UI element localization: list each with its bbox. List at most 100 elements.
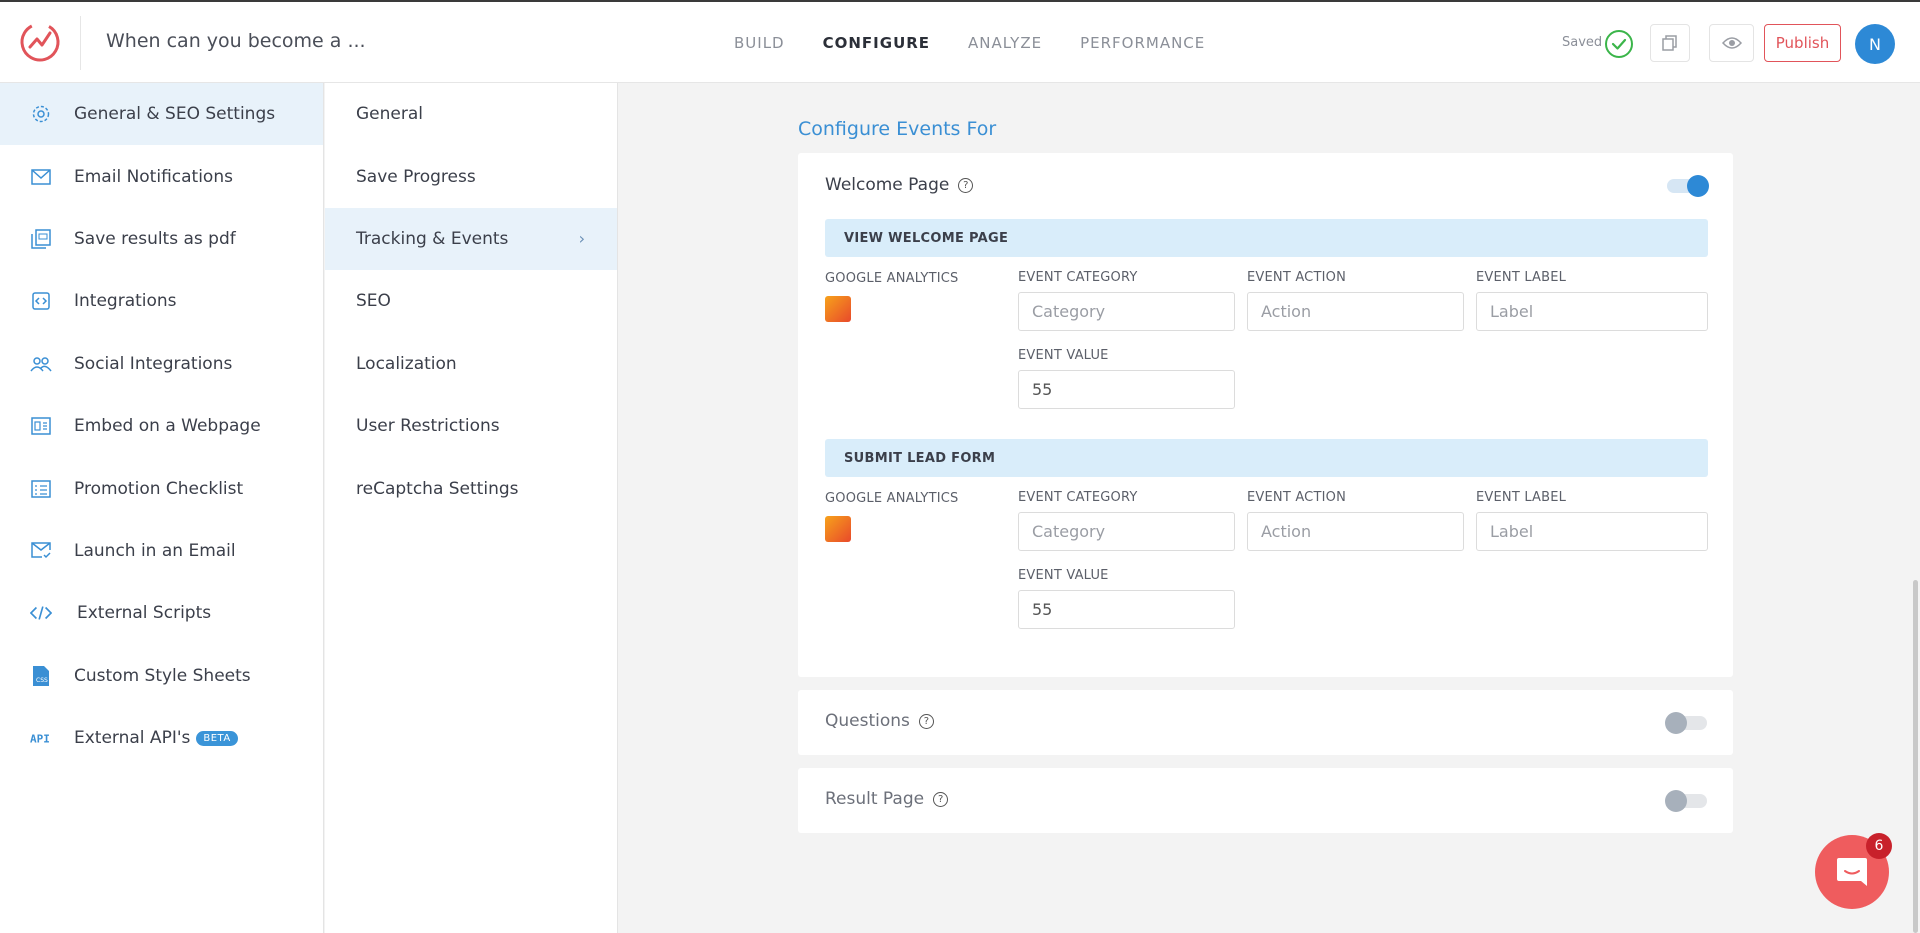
copy-icon (1662, 35, 1677, 51)
event-label-input[interactable]: Label (1476, 512, 1708, 551)
google-analytics-icon (825, 296, 851, 322)
event-value-label: EVENT VALUE (1018, 348, 1109, 363)
submenu-item-seo[interactable]: SEO (325, 270, 617, 332)
svg-text:API: API (30, 733, 50, 745)
settings-sidebar: General & SEO Settings Email Notificatio… (0, 83, 324, 933)
event-action-input[interactable]: Action (1247, 292, 1464, 331)
sidebar-item-general-seo[interactable]: General & SEO Settings (0, 83, 323, 146)
sidebar-item-label: External Scripts (77, 603, 212, 624)
sidebar-item-save-pdf[interactable]: Save results as pdf (0, 208, 323, 270)
event-action-label: EVENT ACTION (1247, 270, 1346, 285)
scrollbar[interactable] (1913, 580, 1918, 933)
pdf-icon (30, 228, 52, 250)
settings-submenu: General Save Progress Tracking & Events … (325, 83, 618, 933)
welcome-page-card: Welcome Page ? VIEW WELCOME PAGE GOOGLE … (798, 153, 1733, 677)
mail-send-icon (30, 540, 52, 562)
submenu-item-label: reCaptcha Settings (356, 478, 519, 499)
document-title[interactable]: When can you become a ... (106, 30, 366, 52)
toggle-knob (1687, 175, 1709, 197)
google-analytics-icon (825, 516, 851, 542)
sidebar-item-label: Custom Style Sheets (74, 665, 251, 686)
publish-button[interactable]: Publish (1764, 24, 1841, 62)
tab-configure[interactable]: CONFIGURE (823, 34, 930, 52)
submenu-item-label: Localization (356, 353, 457, 374)
result-page-card: Result Page ? (798, 768, 1733, 833)
sidebar-item-label: Email Notifications (74, 166, 233, 187)
tab-build[interactable]: BUILD (734, 34, 785, 52)
event-label-label: EVENT LABEL (1476, 270, 1567, 285)
event-action-input[interactable]: Action (1247, 512, 1464, 551)
sidebar-item-external-scripts[interactable]: External Scripts (0, 582, 323, 644)
result-page-heading: Result Page ? (825, 789, 949, 809)
questions-card: Questions ? (798, 690, 1733, 755)
questions-heading: Questions ? (825, 711, 934, 731)
event-category-input[interactable]: Category (1018, 292, 1235, 331)
sidebar-item-email-notifications[interactable]: Email Notifications (0, 145, 323, 207)
result-page-toggle[interactable] (1665, 790, 1707, 812)
submenu-item-recaptcha[interactable]: reCaptcha Settings (325, 457, 617, 519)
sidebar-item-launch-email[interactable]: Launch in an Email (0, 520, 323, 582)
help-icon[interactable]: ? (933, 791, 949, 807)
submenu-item-localization[interactable]: Localization (325, 333, 617, 395)
gear-icon (30, 103, 52, 125)
event-action-label: EVENT ACTION (1247, 490, 1346, 505)
preview-button[interactable] (1709, 24, 1754, 62)
api-icon: API (30, 727, 52, 749)
provider-label: GOOGLE ANALYTICS (825, 491, 959, 506)
questions-toggle[interactable] (1665, 712, 1707, 734)
submenu-item-label: User Restrictions (356, 416, 500, 437)
tab-performance[interactable]: PERFORMANCE (1080, 34, 1205, 52)
main-content: Configure Events For Welcome Page ? VIEW… (619, 83, 1920, 933)
event-bar-view-welcome: VIEW WELCOME PAGE (825, 219, 1708, 257)
checklist-icon (30, 478, 52, 500)
submenu-item-save-progress[interactable]: Save Progress (325, 145, 617, 207)
event-value-input[interactable]: 55 (1018, 370, 1235, 409)
sidebar-item-embed[interactable]: Embed on a Webpage (0, 395, 323, 457)
sidebar-item-social-integrations[interactable]: Social Integrations (0, 333, 323, 395)
sidebar-item-promotion-checklist[interactable]: Promotion Checklist (0, 457, 323, 519)
sidebar-item-label: Save results as pdf (74, 228, 236, 249)
submenu-item-user-restrictions[interactable]: User Restrictions (325, 395, 617, 457)
eye-icon (1721, 37, 1742, 49)
event-category-input[interactable]: Category (1018, 512, 1235, 551)
card-title: Questions (825, 711, 910, 731)
welcome-page-toggle[interactable] (1667, 175, 1709, 197)
chevron-right-icon: › (578, 229, 585, 249)
chat-icon (1837, 858, 1867, 886)
sidebar-item-label: Launch in an Email (74, 540, 236, 561)
submenu-item-label: Save Progress (356, 166, 476, 187)
card-title: Welcome Page (825, 175, 950, 195)
submenu-item-general[interactable]: General (325, 83, 617, 145)
tab-analyze[interactable]: ANALYZE (968, 34, 1042, 52)
sidebar-item-label: External API's (74, 728, 191, 749)
sidebar-item-integrations[interactable]: Integrations (0, 270, 323, 332)
provider-label: GOOGLE ANALYTICS (825, 271, 959, 286)
event-category-label: EVENT CATEGORY (1018, 490, 1138, 505)
top-header: When can you become a ... BUILD CONFIGUR… (0, 0, 1920, 83)
submenu-item-label: General (356, 104, 423, 125)
event-value-input[interactable]: 55 (1018, 590, 1235, 629)
sidebar-item-label: Integrations (74, 291, 177, 312)
notification-count-badge: 6 (1866, 833, 1892, 859)
event-bar-submit-lead: SUBMIT LEAD FORM (825, 439, 1708, 477)
svg-text:CSS: CSS (36, 677, 48, 684)
event-label-label: EVENT LABEL (1476, 490, 1567, 505)
sidebar-item-label: Promotion Checklist (74, 478, 244, 499)
sidebar-item-custom-style-sheets[interactable]: CSS Custom Style Sheets (0, 645, 323, 707)
integration-icon (30, 290, 52, 312)
users-icon (30, 353, 52, 375)
help-icon[interactable]: ? (958, 177, 974, 193)
header-divider (80, 16, 81, 70)
saved-status-label: Saved (1562, 35, 1603, 50)
duplicate-button[interactable] (1650, 24, 1690, 62)
submenu-item-label: SEO (356, 291, 391, 312)
user-avatar[interactable]: N (1855, 24, 1895, 64)
help-icon[interactable]: ? (918, 713, 934, 729)
submenu-item-tracking-events[interactable]: Tracking & Events › (325, 207, 617, 271)
event-label-input[interactable]: Label (1476, 292, 1708, 331)
sidebar-item-label: General & SEO Settings (74, 104, 276, 125)
app-logo-icon[interactable] (18, 20, 62, 64)
beta-badge: BETA (196, 730, 238, 746)
sidebar-item-label: Social Integrations (74, 353, 233, 374)
sidebar-item-external-api[interactable]: API External API's BETA (0, 707, 323, 769)
